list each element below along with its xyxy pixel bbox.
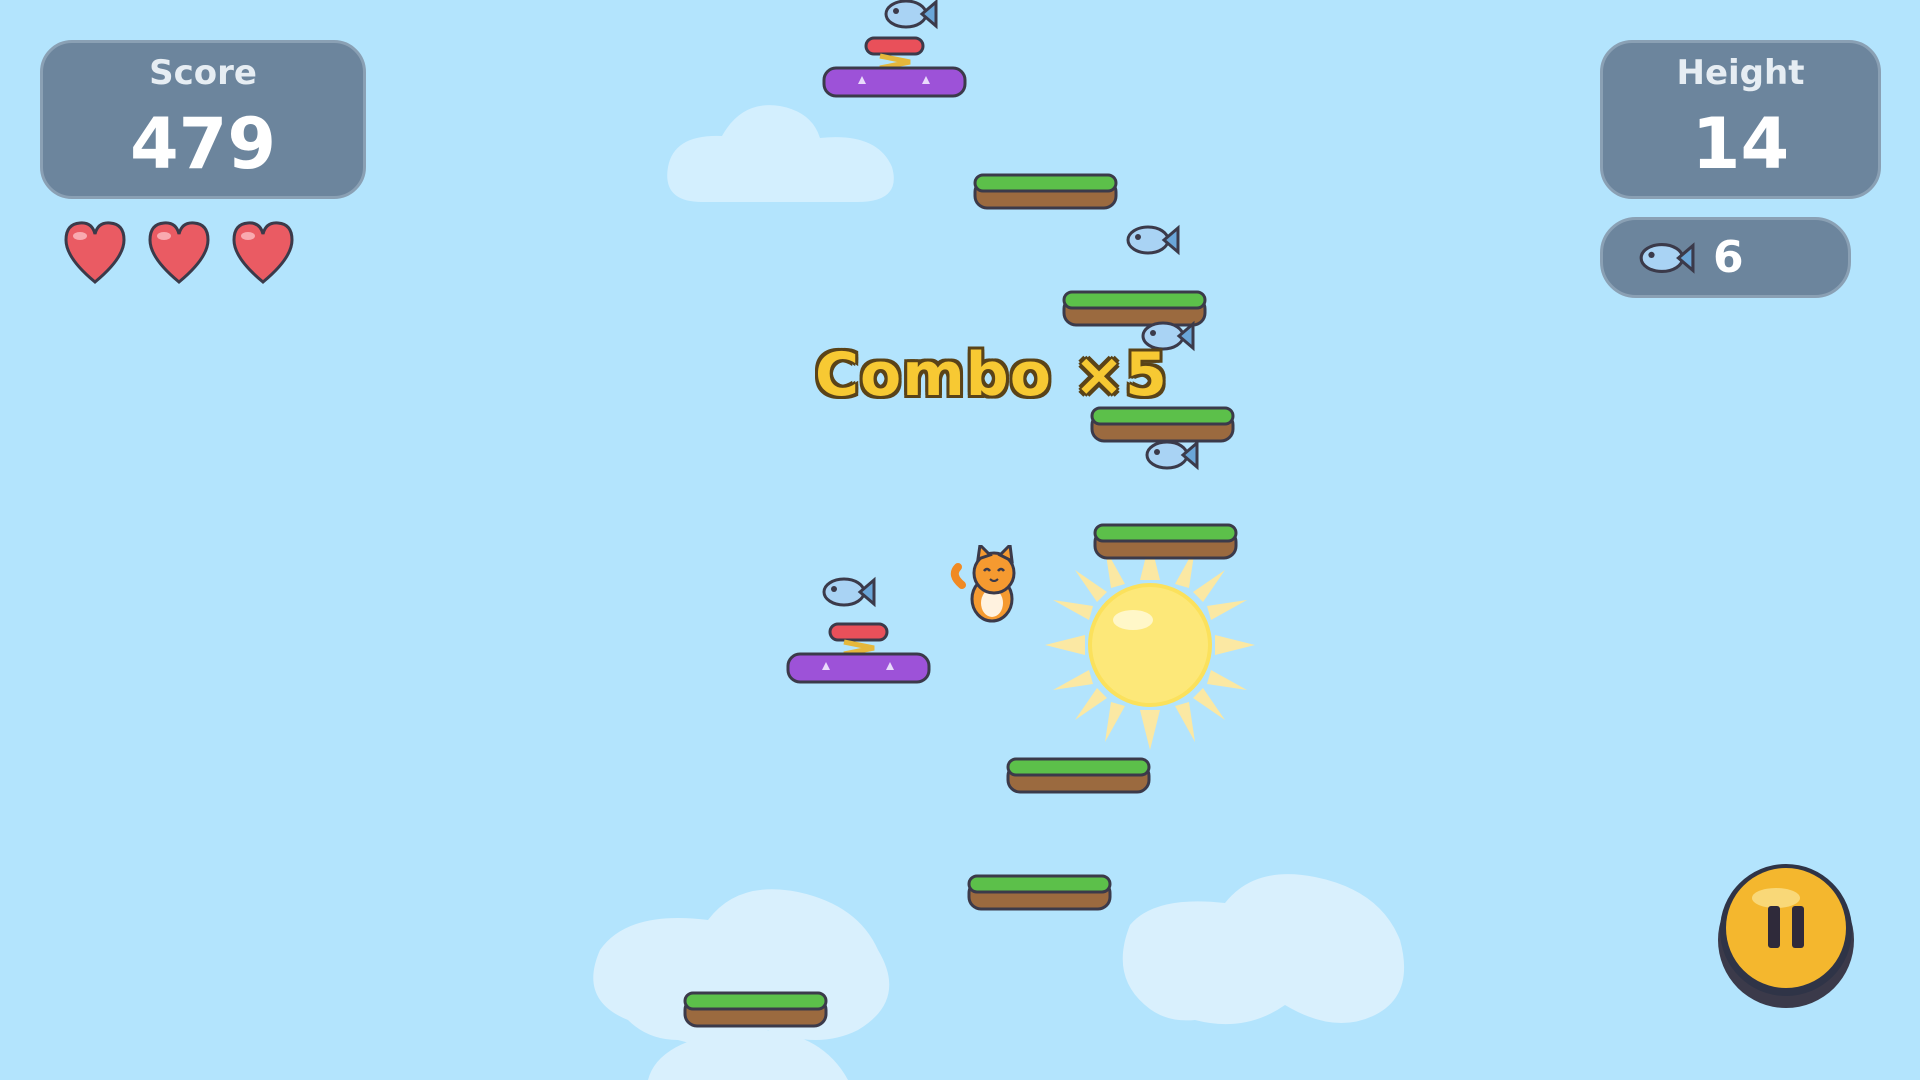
grass-platform [973, 173, 1118, 210]
grass-platform [1006, 757, 1151, 794]
spring-platform [786, 622, 931, 684]
score-label: Score [149, 53, 257, 93]
cloud-top [667, 105, 894, 202]
grass-platform [683, 991, 828, 1028]
score-value: 479 [129, 103, 277, 185]
sun-icon [1045, 540, 1255, 750]
grass-platform [1093, 523, 1238, 560]
fish-icon [1145, 439, 1199, 471]
lives [62, 218, 296, 288]
height-panel: Height 14 [1600, 40, 1881, 199]
grass-platform [967, 874, 1112, 911]
fish-icon [884, 0, 938, 30]
fish-icon [822, 576, 876, 608]
heart-icon [232, 221, 294, 284]
pause-button[interactable] [1714, 858, 1858, 1008]
spring-platform [822, 36, 967, 98]
height-value: 14 [1691, 103, 1790, 185]
cloud-bottom-left [593, 889, 890, 1080]
fish-icon [1639, 241, 1695, 274]
fish-icon [1126, 224, 1180, 256]
combo-text: Combo ×5 [815, 340, 1168, 410]
heart-icon [64, 221, 126, 284]
heart-icon [148, 221, 210, 284]
fish-count: 6 [1713, 232, 1744, 283]
cloud-bottom-right [1122, 874, 1405, 1025]
fish-counter: 6 [1600, 217, 1851, 298]
player-cat [950, 545, 1016, 623]
height-label: Height [1676, 53, 1805, 93]
score-panel: Score 479 [40, 40, 366, 199]
